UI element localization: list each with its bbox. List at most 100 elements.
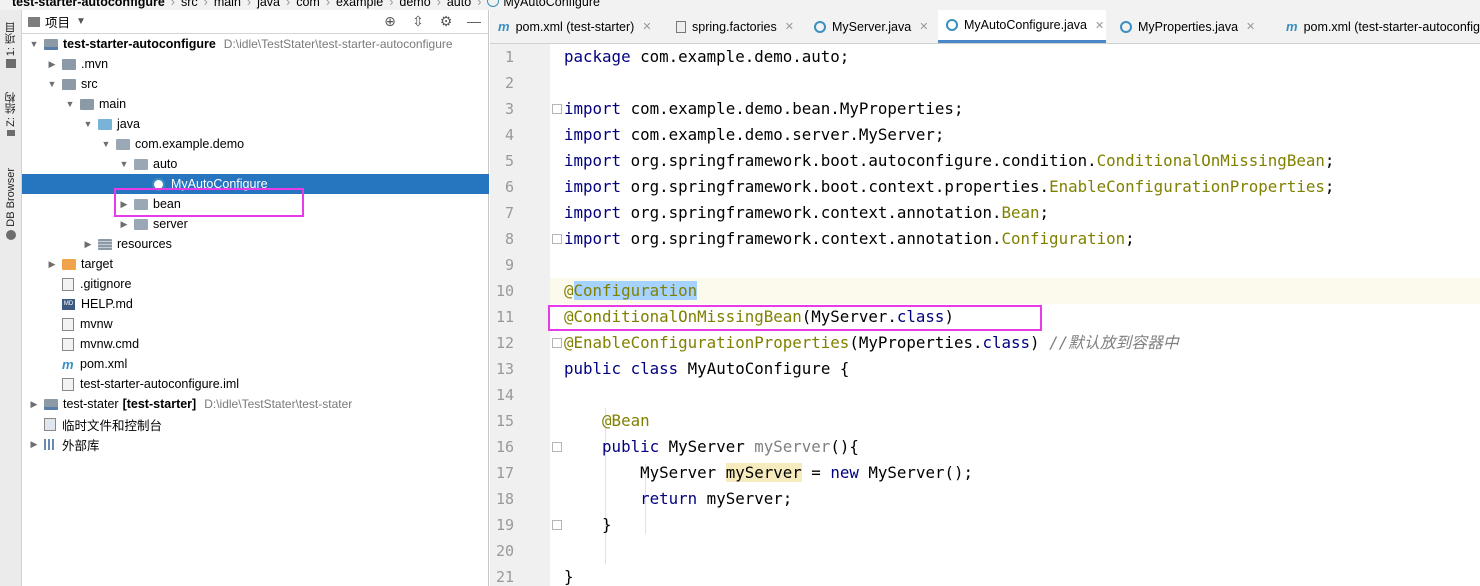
- code-area[interactable]: package com.example.demo.auto; import com…: [550, 44, 1480, 586]
- structure-tool-button[interactable]: Z: 结构: [0, 92, 22, 136]
- editor-tab-label: spring.factories: [692, 19, 777, 34]
- tree-node[interactable]: mvnw: [22, 314, 489, 334]
- minimize-icon[interactable]: —: [466, 13, 482, 30]
- collapse-arrow-icon[interactable]: ▶: [28, 439, 40, 450]
- code-line[interactable]: import org.springframework.context.annot…: [564, 200, 1049, 226]
- close-icon[interactable]: ✕: [919, 20, 928, 33]
- tree-node[interactable]: ▶ 外部库: [22, 434, 489, 454]
- collapse-arrow-icon[interactable]: ▶: [82, 239, 94, 250]
- gear-icon[interactable]: ⚙: [438, 13, 454, 30]
- tree-node-label: pom.xml: [80, 357, 128, 371]
- editor-tab[interactable]: m pom.xml (test-starter-autoconfigure): [1278, 10, 1480, 43]
- expand-arrow-icon[interactable]: ▼: [100, 139, 112, 149]
- tree-node[interactable]: m pom.xml: [22, 354, 489, 374]
- project-panel-title[interactable]: 项目: [45, 12, 70, 31]
- chevron-down-icon[interactable]: ▼: [76, 16, 86, 27]
- code-line[interactable]: public MyServer myServer(){: [564, 434, 859, 460]
- collapse-icon[interactable]: ⇳: [410, 13, 426, 30]
- editor-tab[interactable]: spring.factories ✕: [668, 10, 800, 43]
- breadcrumb-item[interactable]: auto: [447, 0, 471, 10]
- tree-node[interactable]: ▶ resources: [22, 234, 489, 254]
- code-line[interactable]: public class MyAutoConfigure {: [564, 356, 849, 382]
- code-line[interactable]: @EnableConfigurationProperties(MyPropert…: [564, 330, 1179, 356]
- expand-arrow-icon[interactable]: ▼: [64, 99, 76, 109]
- project-icon: [28, 16, 40, 27]
- close-icon[interactable]: ✕: [1095, 19, 1104, 32]
- breadcrumb-separator: ›: [477, 0, 482, 9]
- breadcrumb-item[interactable]: example: [336, 0, 383, 10]
- fold-marker-icon[interactable]: [552, 104, 562, 114]
- tree-node-label: resources: [117, 237, 172, 251]
- expand-arrow-icon[interactable]: ▼: [28, 39, 40, 49]
- fold-marker-icon[interactable]: [552, 442, 562, 452]
- collapse-arrow-icon[interactable]: ▶: [46, 59, 58, 70]
- expand-arrow-icon[interactable]: ▼: [82, 119, 94, 129]
- module-folder-icon: [44, 398, 58, 410]
- collapse-arrow-icon[interactable]: ▶: [46, 259, 58, 270]
- crosshair-icon[interactable]: ⊕: [382, 13, 398, 30]
- db-browser-tool-button[interactable]: DB Browser: [0, 168, 22, 240]
- breadcrumb-item[interactable]: src: [181, 0, 198, 10]
- tree-node[interactable]: ▼ src: [22, 74, 489, 94]
- tree-node[interactable]: ▼ main: [22, 94, 489, 114]
- collapse-arrow-icon[interactable]: ▶: [28, 399, 40, 410]
- resources-folder-icon: [98, 238, 112, 250]
- tree-node[interactable]: ▶ server: [22, 214, 489, 234]
- code-line[interactable]: import org.springframework.boot.autoconf…: [564, 148, 1334, 174]
- breadcrumb-item[interactable]: test-starter-autoconfigure: [0, 0, 165, 10]
- editor-tab[interactable]: MyServer.java ✕: [806, 10, 932, 43]
- tree-node[interactable]: ▼ test-starter-autoconfigure D:\idle\TestS…: [22, 34, 489, 54]
- fold-marker-icon[interactable]: [552, 520, 562, 530]
- fold-marker-icon[interactable]: [552, 234, 562, 244]
- editor-tab[interactable]: MyAutoConfigure.java ✕: [938, 10, 1106, 43]
- collapse-arrow-icon[interactable]: ▶: [118, 219, 130, 230]
- breadcrumb-item[interactable]: java: [257, 0, 280, 10]
- code-line[interactable]: MyServer myServer = new MyServer();: [564, 460, 973, 486]
- code-line[interactable]: package com.example.demo.auto;: [564, 44, 849, 70]
- tree-node[interactable]: ▼ java: [22, 114, 489, 134]
- expand-arrow-icon[interactable]: ▼: [46, 79, 58, 89]
- line-number: 20: [495, 542, 514, 560]
- tree-node[interactable]: MyAutoConfigure: [22, 174, 489, 194]
- code-line[interactable]: @Configuration: [564, 278, 698, 304]
- tree-node[interactable]: mvnw.cmd: [22, 334, 489, 354]
- code-line[interactable]: import org.springframework.boot.context.…: [564, 174, 1334, 200]
- expand-arrow-icon[interactable]: ▼: [118, 159, 130, 169]
- project-tool-button[interactable]: 1: 项目: [0, 22, 22, 69]
- code-line[interactable]: @Bean: [564, 408, 650, 434]
- tree-node[interactable]: ▶ target: [22, 254, 489, 274]
- code-line[interactable]: import com.example.demo.server.MyServer;: [564, 122, 944, 148]
- close-icon[interactable]: ✕: [1246, 20, 1255, 33]
- code-line[interactable]: }: [564, 512, 612, 538]
- editor-tab[interactable]: MyProperties.java ✕: [1112, 10, 1272, 43]
- fold-marker-icon[interactable]: [552, 338, 562, 348]
- breadcrumb-item[interactable]: com: [296, 0, 320, 10]
- breadcrumb-item[interactable]: main: [214, 0, 241, 10]
- structure-tool-label: Z: 结构: [5, 92, 17, 127]
- code-line[interactable]: @ConditionalOnMissingBean(MyServer.class…: [564, 304, 954, 330]
- tree-node[interactable]: ▼ com.example.demo: [22, 134, 489, 154]
- breadcrumb-item[interactable]: MyAutoConfigure: [503, 0, 600, 10]
- code-line[interactable]: return myServer;: [564, 486, 792, 512]
- tree-node[interactable]: test-starter-autoconfigure.iml: [22, 374, 489, 394]
- tree-node[interactable]: ▶ test-stater [test-starter] D:\idle\TestSt…: [22, 394, 489, 414]
- code-line[interactable]: }: [564, 564, 574, 586]
- collapse-arrow-icon[interactable]: ▶: [118, 199, 130, 210]
- package-icon: [134, 198, 148, 210]
- class-icon: [946, 19, 958, 31]
- tree-node[interactable]: .gitignore: [22, 274, 489, 294]
- close-icon[interactable]: ✕: [642, 20, 651, 33]
- code-line[interactable]: import org.springframework.context.annot…: [564, 226, 1135, 252]
- close-icon[interactable]: ✕: [785, 20, 794, 33]
- tree-node[interactable]: ▼ auto: [22, 154, 489, 174]
- code-line[interactable]: import com.example.demo.bean.MyPropertie…: [564, 96, 963, 122]
- file-icon: [62, 277, 74, 291]
- editor-tab-label: MyServer.java: [832, 19, 912, 34]
- tree-node[interactable]: 临时文件和控制台: [22, 414, 489, 434]
- tree-node[interactable]: ▶ .mvn: [22, 54, 489, 74]
- tree-node[interactable]: MD HELP.md: [22, 294, 489, 314]
- breadcrumb-item[interactable]: demo: [399, 0, 430, 10]
- editor-tab[interactable]: m pom.xml (test-starter) ✕: [490, 10, 660, 43]
- tree-node[interactable]: ▶ bean: [22, 194, 489, 214]
- code-editor[interactable]: 1 2 3 4 5 6 7 8 9 10 11 12 13 14 15 16 17 18 19 20 21 packag…: [490, 44, 1480, 586]
